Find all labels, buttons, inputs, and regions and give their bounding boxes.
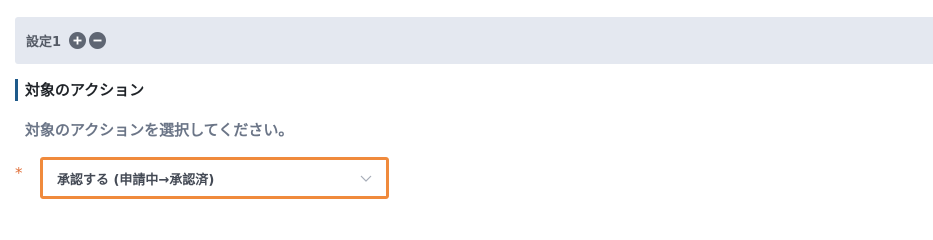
section-title: 対象のアクション xyxy=(15,79,144,101)
minus-circle-icon xyxy=(93,39,102,42)
add-setting-button[interactable] xyxy=(69,32,87,49)
setting-header: 設定1 xyxy=(15,17,933,64)
action-select-value: 承認する (申請中→承認済) xyxy=(57,172,215,188)
remove-setting-button[interactable] xyxy=(89,32,107,49)
setting-label: 設定1 xyxy=(26,35,62,50)
section-description: 対象のアクションを選択してください。 xyxy=(25,121,294,139)
action-select[interactable]: 承認する (申請中→承認済) xyxy=(40,157,389,199)
chevron-down-icon xyxy=(360,174,372,182)
required-mark: * xyxy=(15,164,23,182)
plus-circle-icon xyxy=(73,36,82,45)
